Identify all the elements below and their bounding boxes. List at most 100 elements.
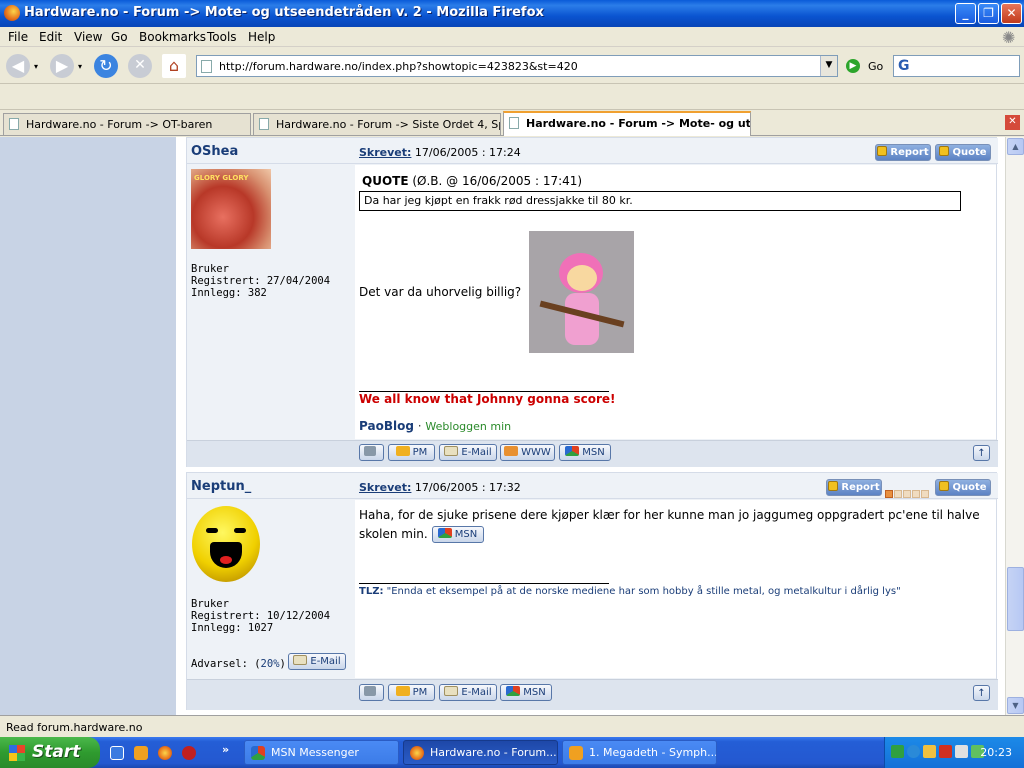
close-tab-icon[interactable]: ✕: [1005, 115, 1020, 130]
forward-dropdown-icon[interactable]: ▾: [78, 62, 82, 71]
window-titlebar[interactable]: Hardware.no - Forum -> Mote- og utseende…: [0, 0, 1024, 27]
pm-button[interactable]: PM: [388, 444, 435, 461]
inline-msn-button[interactable]: MSN: [431, 526, 484, 543]
reload-icon[interactable]: ↻: [94, 54, 118, 78]
back-dropdown-icon[interactable]: ▾: [34, 62, 38, 71]
skrevet-link[interactable]: Skrevet:: [359, 146, 411, 159]
email-label: E-Mail: [310, 656, 341, 667]
menu-file[interactable]: File: [8, 30, 28, 44]
scroll-to-top-icon[interactable]: ↑: [973, 445, 990, 461]
menu-help[interactable]: Help: [248, 30, 275, 44]
user-post-count: Innlegg: 382: [191, 287, 267, 299]
profile-icon: [364, 446, 376, 456]
scroll-up-icon[interactable]: ▲: [1007, 138, 1024, 155]
tab-label: Hardware.no - Forum -> OT-baren: [26, 118, 213, 131]
skrevet-link[interactable]: Skrevet:: [359, 481, 411, 494]
warn-value[interactable]: 20%: [261, 658, 280, 670]
menu-tools[interactable]: Tools: [207, 30, 237, 44]
stop-icon[interactable]: ✕: [128, 54, 152, 78]
tab-siste-ordet[interactable]: Hardware.no - Forum -> Siste Ordet 4, Sp…: [253, 113, 501, 135]
scroll-to-top-icon[interactable]: ↑: [973, 685, 990, 701]
status-text: Read forum.hardware.no: [6, 721, 143, 734]
report-label: Report: [890, 147, 929, 158]
paoblog-link[interactable]: PaoBlog: [359, 419, 414, 433]
firefox-quicklaunch-icon[interactable]: [158, 746, 172, 760]
url-bar[interactable]: http://forum.hardware.no/index.php?showt…: [196, 55, 838, 77]
go-icon: ▶: [846, 59, 860, 73]
maximize-button[interactable]: ❐: [978, 3, 999, 24]
post-date: 17/06/2005 : 17:32: [414, 481, 521, 494]
msn-button[interactable]: MSN: [559, 444, 611, 461]
warn-level: Advarsel: (20%): [191, 658, 286, 670]
signature-divider: [359, 583, 609, 584]
quote-button[interactable]: Quote: [935, 479, 991, 496]
taskbar-item-winamp[interactable]: 1. Megadeth - Symph...: [562, 740, 717, 765]
menu-edit[interactable]: Edit: [39, 30, 62, 44]
user-avatar: [192, 506, 260, 582]
menu-go[interactable]: Go: [111, 30, 128, 44]
page-icon: [201, 60, 212, 73]
report-button[interactable]: Report: [826, 479, 882, 496]
image-face: [567, 265, 597, 291]
close-button[interactable]: ✕: [1001, 3, 1022, 24]
url-dropdown-icon[interactable]: ▼: [820, 56, 837, 76]
email-icon: [293, 655, 308, 665]
sidebar-gap: [176, 137, 185, 715]
post-date-line: Skrevet: 17/06/2005 : 17:32: [359, 481, 521, 494]
media-quicklaunch-icon[interactable]: [134, 746, 148, 760]
report-button[interactable]: Report: [875, 144, 931, 161]
email-icon: [444, 446, 459, 456]
email-button[interactable]: E-Mail: [439, 444, 497, 461]
pm-icon: [395, 686, 410, 696]
tab-ot-baren[interactable]: Hardware.no - Forum -> OT-baren: [3, 113, 251, 135]
taskbar-item-msn[interactable]: MSN Messenger: [244, 740, 399, 765]
home-icon[interactable]: ⌂: [162, 54, 186, 78]
profile-button[interactable]: [359, 684, 384, 701]
search-box[interactable]: G: [893, 55, 1020, 77]
msn-button[interactable]: MSN: [500, 684, 552, 701]
quote-title: QUOTE (Ø.B. @ 16/06/2005 : 17:41): [362, 174, 582, 188]
user-registered: Registrert: 27/04/2004: [191, 275, 331, 287]
weblog-link[interactable]: Webloggen min: [425, 420, 511, 433]
start-button[interactable]: Start: [0, 737, 100, 768]
side-email-button[interactable]: E-Mail: [288, 653, 346, 670]
winamp-icon: [569, 746, 583, 760]
taskbar-item-label: Hardware.no - Forum...: [430, 746, 557, 759]
msn-icon: [437, 528, 452, 538]
forward-icon[interactable]: ▶: [50, 54, 74, 78]
profile-button[interactable]: [359, 444, 384, 461]
taskbar-item-firefox[interactable]: Hardware.no - Forum...: [403, 740, 558, 765]
tray-icon[interactable]: [923, 745, 936, 758]
signature-bold: TLZ:: [359, 586, 384, 597]
ie-quicklaunch-icon[interactable]: [110, 746, 124, 760]
network-tray-icon[interactable]: [907, 745, 920, 758]
tray-icon[interactable]: [955, 745, 968, 758]
msn-icon: [565, 446, 580, 456]
post-username[interactable]: Neptun_: [191, 479, 251, 494]
minimize-button[interactable]: _: [955, 3, 976, 24]
security-tray-icon[interactable]: [939, 745, 952, 758]
back-icon[interactable]: ◀: [6, 54, 30, 78]
post-body: QUOTE (Ø.B. @ 16/06/2005 : 17:41) Da har…: [355, 165, 996, 439]
menu-bar: File Edit View Go Bookmarks Tools Help ✺: [0, 27, 1024, 47]
tab-label: Hardware.no - Forum -> Mote- og ut...: [526, 117, 751, 130]
msn-tray-icon[interactable]: [891, 745, 904, 758]
quote-button[interactable]: Quote: [935, 144, 991, 161]
scrollbar-thumb[interactable]: [1007, 567, 1024, 631]
quicklaunch-expand-icon[interactable]: »: [222, 743, 229, 756]
quote-meta: (Ø.B. @ 16/06/2005 : 17:41): [412, 174, 583, 188]
email-button[interactable]: E-Mail: [439, 684, 497, 701]
scroll-down-icon[interactable]: ▼: [1007, 697, 1024, 714]
page-content: OShea Skrevet: 17/06/2005 : 17:24 Report…: [0, 137, 1005, 715]
app-quicklaunch-icon[interactable]: [182, 746, 196, 760]
vertical-scrollbar[interactable]: ▲ ▼: [1005, 137, 1024, 715]
pm-button[interactable]: PM: [388, 684, 435, 701]
menu-bookmarks[interactable]: Bookmarks: [139, 30, 206, 44]
www-button[interactable]: WWW: [500, 444, 555, 461]
post-username[interactable]: OShea: [191, 144, 238, 159]
tab-mote-og-utseende[interactable]: Hardware.no - Forum -> Mote- og ut...: [503, 111, 751, 136]
profile-icon: [364, 686, 376, 696]
menu-view[interactable]: View: [74, 30, 102, 44]
taskbar-item-label: MSN Messenger: [271, 746, 359, 759]
taskbar-item-label: 1. Megadeth - Symph...: [589, 746, 717, 759]
